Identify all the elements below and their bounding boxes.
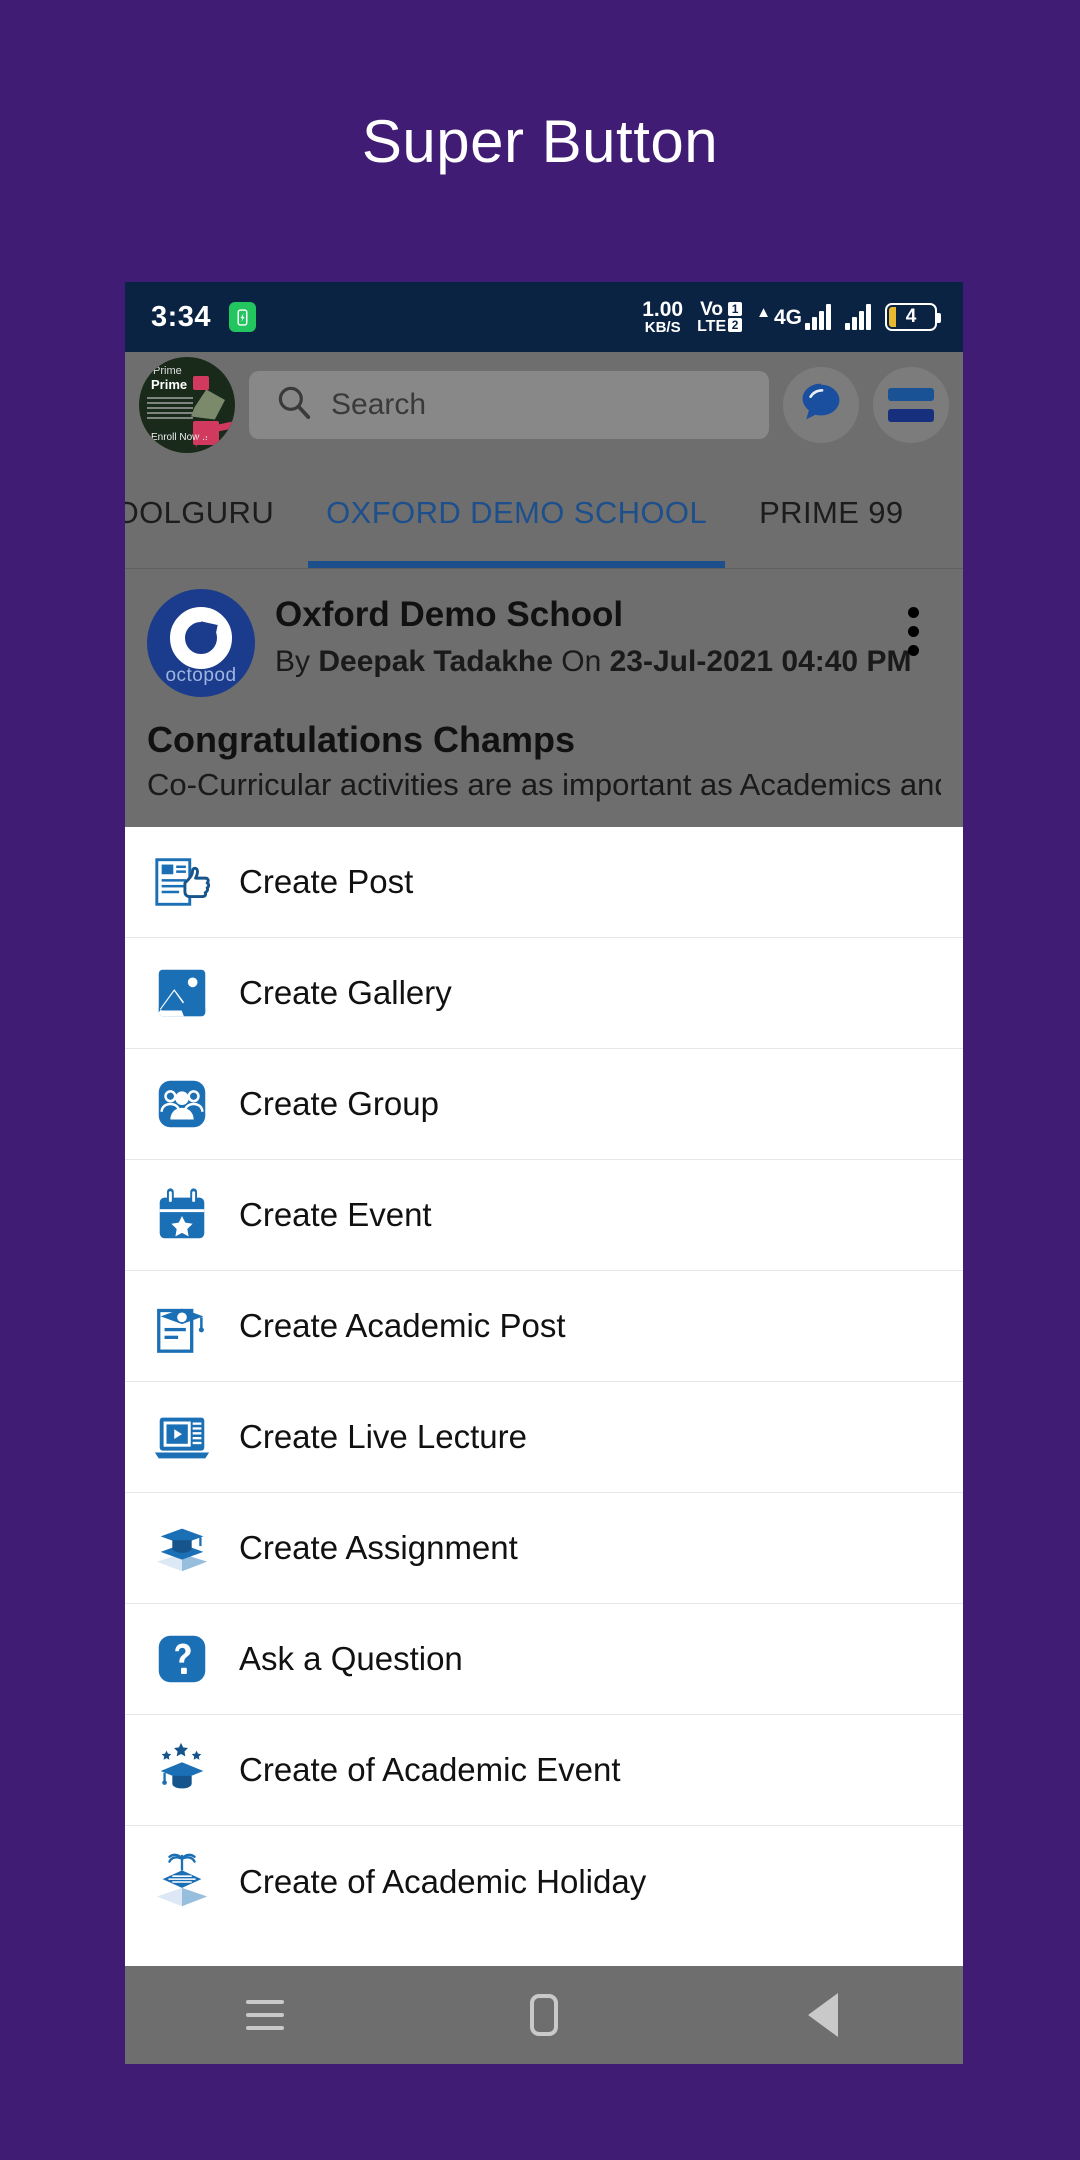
phone-screen: 3:34 1.00 KB/S Vo LTE 1 2 ▲ 4G 4 Prime P… bbox=[125, 282, 963, 2064]
menu-item-create-group[interactable]: Create Group bbox=[125, 1049, 963, 1160]
signal-bars-icon-2 bbox=[845, 304, 871, 330]
ask-a-question-icon bbox=[151, 1628, 213, 1690]
school-logo-label: octopod bbox=[165, 665, 237, 686]
create-gallery-icon bbox=[151, 962, 213, 1024]
avatar-brand-label: Prime bbox=[151, 376, 188, 392]
menu-item-create-academic-event[interactable]: Create of Academic Event bbox=[125, 1715, 963, 1826]
android-nav-bar bbox=[125, 1966, 963, 2064]
menu-item-create-academic-post[interactable]: Create Academic Post bbox=[125, 1271, 963, 1382]
battery-level-icon: 4 bbox=[885, 303, 941, 331]
create-assignment-icon bbox=[151, 1517, 213, 1579]
create-live-lecture-icon bbox=[151, 1406, 213, 1468]
create-academic-holiday-icon bbox=[151, 1851, 213, 1913]
menu-item-create-live-lecture[interactable]: Create Live Lecture bbox=[125, 1382, 963, 1493]
avatar-text-lines bbox=[147, 396, 193, 419]
byline-prefix: By bbox=[275, 645, 319, 678]
status-bar-right: 1.00 KB/S Vo LTE 1 2 ▲ 4G 4 bbox=[642, 298, 941, 335]
sim1-badge: 1 bbox=[728, 302, 743, 316]
data-rate-value: 1.00 bbox=[642, 298, 684, 321]
post-byline: By Deepak Tadakhe On 23-Jul-2021 04:40 P… bbox=[275, 645, 911, 679]
tab-prime-99[interactable]: PRIME 99 bbox=[733, 457, 929, 568]
tab-oxford-demo-school[interactable]: OXFORD DEMO SCHOOL bbox=[300, 457, 733, 568]
tab-schoolguru[interactable]: CHOOLGURU bbox=[125, 457, 300, 568]
school-logo: octopod bbox=[147, 589, 255, 697]
data-rate-indicator: 1.00 KB/S bbox=[642, 299, 683, 335]
byline-mid: On bbox=[552, 645, 610, 678]
menu-item-label: Create Post bbox=[239, 863, 414, 900]
school-tab-bar: CHOOLGURU OXFORD DEMO SCHOOL PRIME 99 bbox=[125, 457, 963, 569]
menu-item-create-assignment[interactable]: Create Assignment bbox=[125, 1493, 963, 1604]
recents-icon bbox=[245, 2000, 284, 2030]
sim2-badge: 2 bbox=[728, 318, 743, 332]
menu-item-label: Create of Academic Holiday bbox=[239, 1862, 647, 1900]
status-bar: 3:34 1.00 KB/S Vo LTE 1 2 ▲ 4G 4 bbox=[125, 282, 963, 352]
create-academic-event-icon bbox=[151, 1739, 213, 1801]
chat-button[interactable] bbox=[783, 366, 859, 443]
post-author: Deepak Tadakhe bbox=[318, 645, 553, 678]
page-title: Super Button bbox=[361, 107, 719, 175]
menu-item-create-academic-holiday[interactable]: Create of Academic Holiday bbox=[125, 1826, 963, 1937]
create-group-icon bbox=[151, 1073, 213, 1135]
post-datetime: 23-Jul-2021 04:40 PM bbox=[609, 645, 912, 678]
status-bar-left: 3:34 bbox=[151, 300, 257, 334]
menu-item-label: Create Event bbox=[239, 1196, 432, 1233]
menu-item-label: Create Assignment bbox=[239, 1529, 518, 1566]
hamburger-menu-icon bbox=[888, 387, 934, 422]
avatar-graphic bbox=[191, 389, 225, 420]
status-clock: 3:34 bbox=[151, 300, 212, 333]
battery-level-value: 4 bbox=[905, 306, 917, 327]
data-arrow-icon: ▲ bbox=[756, 304, 771, 321]
post-card: octopod Oxford Demo School By Deepak Tad… bbox=[125, 569, 963, 803]
signal-indicator-sim2 bbox=[845, 304, 871, 330]
battery-charging-icon bbox=[229, 302, 257, 332]
back-button[interactable] bbox=[763, 1980, 883, 2050]
super-button-menu: Create Post Create Gallery Create Group … bbox=[125, 827, 963, 1966]
post-school-name: Oxford Demo School bbox=[275, 595, 624, 634]
signal-indicator-sim1: ▲ 4G bbox=[756, 304, 831, 330]
recents-button[interactable] bbox=[205, 1980, 325, 2050]
volte-bottom-label: LTE bbox=[697, 317, 727, 335]
avatar[interactable]: Prime Prime Enroll Now !! bbox=[139, 356, 235, 453]
post-meta: Oxford Demo School By Deepak Tadakhe On … bbox=[275, 589, 911, 679]
create-post-icon bbox=[151, 851, 213, 913]
create-event-icon bbox=[151, 1184, 213, 1246]
search-placeholder: Search bbox=[331, 387, 427, 421]
chat-bubble-icon bbox=[795, 376, 847, 433]
menu-item-label: Create Gallery bbox=[239, 974, 452, 1011]
menu-item-label: Create Academic Post bbox=[239, 1307, 566, 1344]
home-icon bbox=[529, 1994, 558, 2036]
app-toolbar: Prime Prime Enroll Now !! Search bbox=[125, 352, 963, 457]
menu-item-label: Create of Academic Event bbox=[239, 1751, 621, 1788]
search-input[interactable]: Search bbox=[249, 370, 769, 439]
menu-item-create-gallery[interactable]: Create Gallery bbox=[125, 938, 963, 1049]
menu-item-create-post[interactable]: Create Post bbox=[125, 827, 963, 938]
menu-item-ask-a-question[interactable]: Ask a Question bbox=[125, 1604, 963, 1715]
post-header: octopod Oxford Demo School By Deepak Tad… bbox=[147, 589, 941, 697]
menu-item-create-event[interactable]: Create Event bbox=[125, 1160, 963, 1271]
create-academic-post-icon bbox=[151, 1295, 213, 1357]
menu-item-label: Create Group bbox=[239, 1085, 439, 1122]
hamburger-menu-button[interactable] bbox=[873, 366, 949, 443]
avatar-badge bbox=[193, 375, 209, 390]
menu-item-label: Create Live Lecture bbox=[239, 1418, 527, 1455]
avatar-top-text: Prime bbox=[153, 364, 182, 377]
signal-bars-icon bbox=[805, 304, 831, 330]
data-rate-unit: KB/S bbox=[644, 319, 681, 336]
volte-top-label: Vo bbox=[700, 298, 724, 320]
network-type-label: 4G bbox=[773, 306, 802, 329]
volte-indicator: Vo LTE 1 2 bbox=[697, 298, 743, 335]
back-icon bbox=[808, 1993, 839, 2037]
menu-item-label: Ask a Question bbox=[239, 1640, 463, 1677]
post-body: Co-Curricular activities are as importan… bbox=[147, 767, 941, 802]
post-headline: Congratulations Champs bbox=[147, 719, 576, 760]
home-button[interactable] bbox=[484, 1980, 604, 2050]
overflow-menu-icon[interactable] bbox=[885, 589, 941, 656]
search-icon bbox=[275, 383, 313, 426]
